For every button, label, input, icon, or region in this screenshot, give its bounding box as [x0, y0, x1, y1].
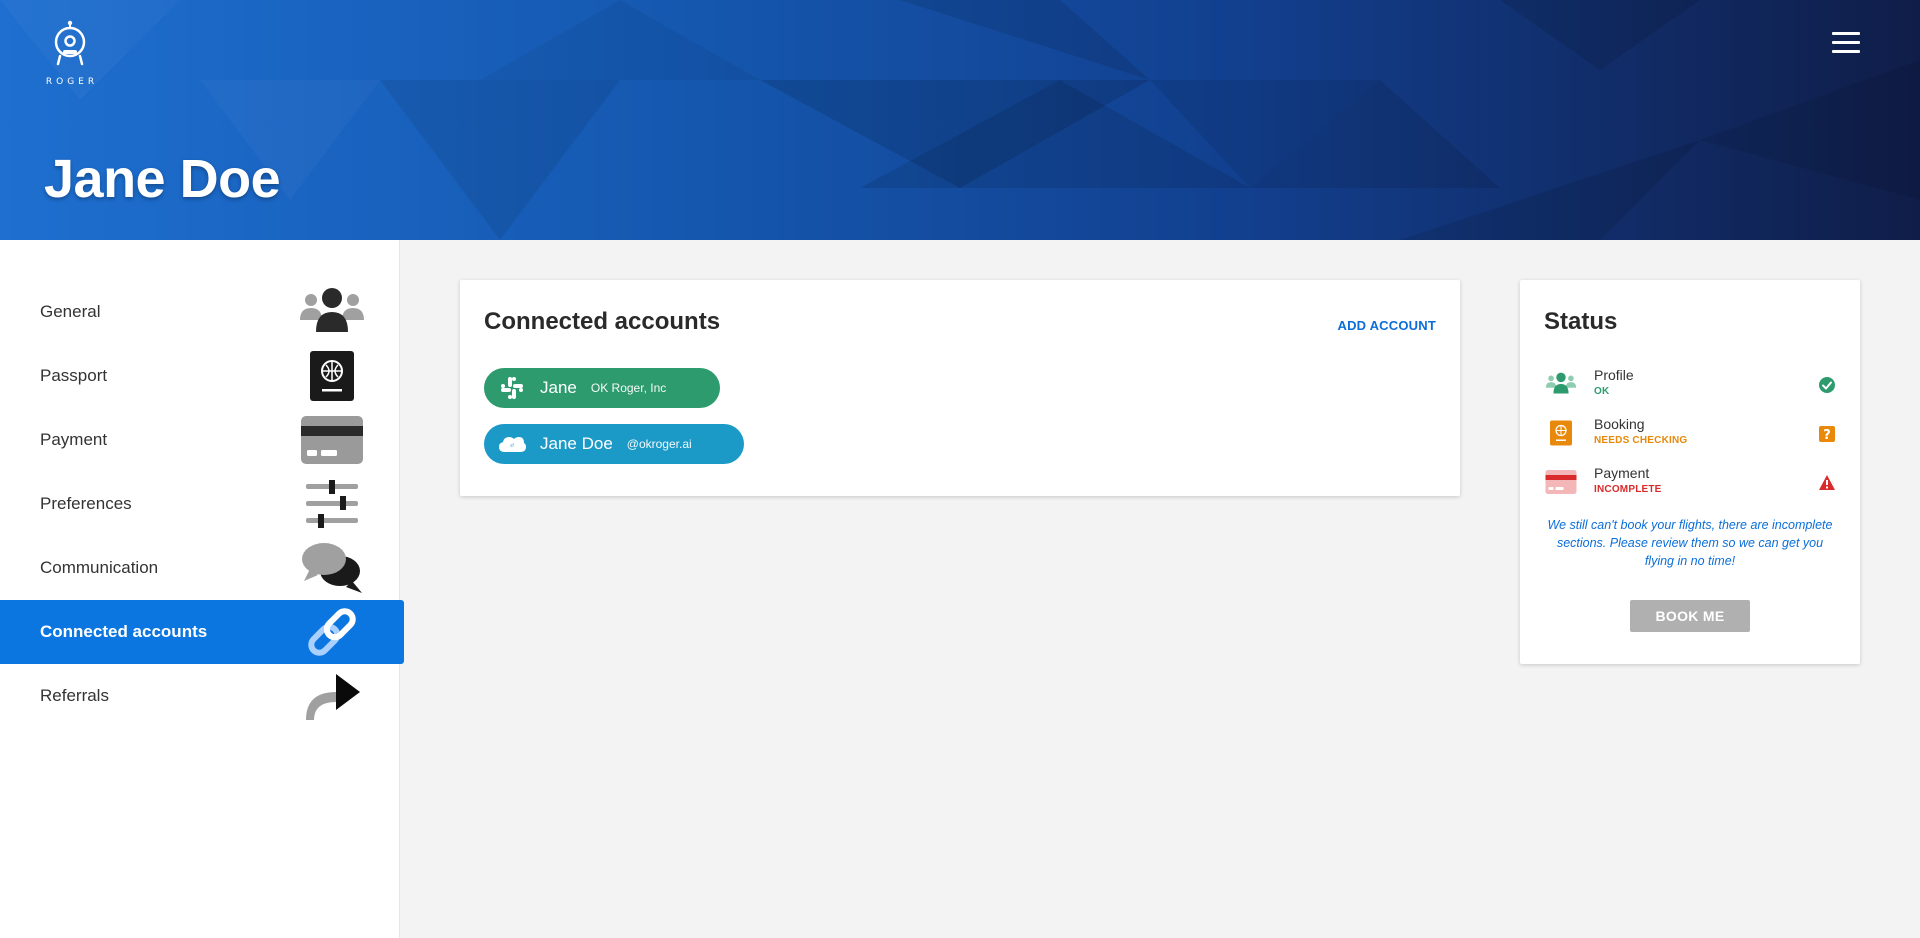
roger-logo[interactable]: ROGER	[40, 20, 100, 87]
profile-name: Jane Doe	[44, 149, 281, 209]
sidebar-item-payment[interactable]: Payment	[0, 408, 404, 472]
status-name: Booking	[1594, 416, 1645, 432]
account-chip-salesforce[interactable]: sf Jane Doe @okroger.ai	[484, 424, 744, 464]
status-state: INCOMPLETE	[1594, 484, 1662, 495]
slack-icon	[484, 376, 540, 400]
status-row-booking[interactable]: Booking NEEDS CHECKING ?	[1544, 413, 1836, 453]
share-arrow-icon	[292, 664, 372, 728]
card-title: Connected accounts	[484, 308, 721, 335]
account-name: Jane Doe	[540, 434, 613, 453]
connected-accounts-card: Connected accounts ADD ACCOUNT Jane OK R…	[460, 280, 1460, 496]
book-me-button[interactable]: BOOK ME	[1630, 600, 1750, 632]
status-name: Payment	[1594, 465, 1650, 481]
status-note: We still can't book your flights, there …	[1547, 518, 1833, 568]
sidebar-item-preferences[interactable]: Preferences	[0, 472, 404, 536]
group-icon	[292, 280, 372, 344]
add-account-button[interactable]: ADD ACCOUNT	[1338, 318, 1437, 333]
account-chip-slack[interactable]: Jane OK Roger, Inc	[484, 368, 720, 408]
header-pattern	[380, 0, 1920, 240]
svg-text:?: ?	[1823, 428, 1831, 443]
status-title: Status	[1544, 308, 1618, 335]
robot-logo-icon	[54, 20, 86, 66]
link-icon	[292, 600, 372, 664]
sidebar-item-general[interactable]: General	[0, 280, 404, 344]
account-detail: @okroger.ai	[626, 437, 692, 451]
chat-bubbles-icon	[292, 536, 372, 600]
passport-icon	[1544, 417, 1578, 449]
sidebar-item-connected-accounts[interactable]: Connected accounts	[0, 600, 404, 664]
account-detail: OK Roger, Inc	[590, 381, 667, 395]
salesforce-cloud-icon: sf	[484, 434, 540, 454]
credit-card-icon	[1544, 466, 1578, 498]
status-state: OK	[1594, 386, 1610, 397]
warning-triangle-icon	[1818, 474, 1836, 492]
svg-text:sf: sf	[510, 443, 514, 448]
sidebar-item-referrals[interactable]: Referrals	[0, 664, 404, 728]
profile-header: ROGER Jane Doe	[0, 0, 1920, 240]
account-name: Jane	[540, 378, 577, 397]
status-state: NEEDS CHECKING	[1594, 435, 1688, 446]
status-row-profile[interactable]: Profile OK	[1544, 364, 1836, 404]
status-card: Status Profile OK Booking NEEDS CHECKING…	[1520, 280, 1860, 664]
sidebar-item-communication[interactable]: Communication	[0, 536, 404, 600]
logo-text: ROGER	[45, 77, 99, 87]
status-name: Profile	[1594, 367, 1634, 383]
passport-icon	[292, 344, 372, 408]
check-circle-icon	[1818, 376, 1836, 394]
sidebar-item-passport[interactable]: Passport	[0, 344, 404, 408]
sliders-icon	[292, 472, 372, 536]
hamburger-menu-icon[interactable]	[1832, 32, 1860, 56]
question-square-icon: ?	[1818, 425, 1836, 443]
credit-card-icon	[292, 408, 372, 472]
status-row-payment[interactable]: Payment INCOMPLETE	[1544, 462, 1836, 502]
sidebar: General Passport Payment Preferences Com…	[0, 240, 404, 938]
group-icon	[1544, 368, 1578, 400]
